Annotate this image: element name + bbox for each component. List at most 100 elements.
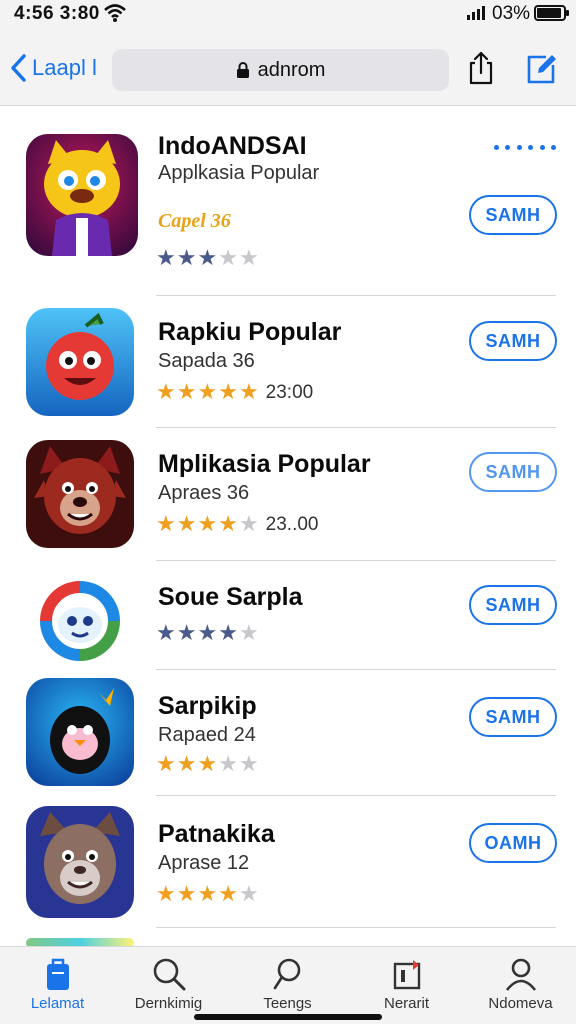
status-bar: 4:56 3:80 03%	[0, 0, 576, 30]
app-subtitle: Applkasia Popular	[158, 162, 320, 184]
star-icon: ★	[197, 512, 218, 537]
star-icon: ★	[156, 512, 176, 537]
star-icon: ★	[176, 512, 197, 537]
star-icon: ★	[218, 246, 238, 271]
tab-label: Dernkimig	[134, 995, 203, 1012]
app-row[interactable]: Soue Sarpla ★ ★ ★ ★ ★ SAMH	[0, 561, 576, 675]
get-button[interactable]: SAMH	[469, 585, 557, 625]
app-name: Soue Sarpla	[158, 583, 303, 611]
star-icon: ★	[238, 752, 259, 777]
penguin-character-icon[interactable]	[26, 678, 134, 786]
app-name: Patnakika	[158, 820, 275, 848]
rating-stars: ★ ★ ★ ★ ★ 23:00	[156, 382, 313, 404]
get-button[interactable]: OAMH	[469, 823, 557, 863]
lock-icon	[236, 62, 249, 78]
app-row[interactable]: Rapkiu Popular Sapada 36 ★ ★ ★ ★ ★ 23:00 SAMH	[0, 296, 576, 428]
star-icon: ★	[176, 752, 197, 777]
rating-stars: ★ ★ ★ ★ ★	[156, 754, 260, 776]
share-icon[interactable]	[464, 50, 498, 86]
app-name: IndoANDSAI	[158, 132, 307, 160]
star-icon: ★	[176, 380, 197, 405]
app-name: Sarpikip	[158, 692, 257, 720]
star-icon: ★	[238, 621, 259, 646]
rating-count: 23..00	[265, 514, 319, 535]
app-name: Rapkiu Popular	[158, 318, 342, 346]
url-text: adnrom	[257, 58, 326, 81]
profile-icon	[505, 958, 536, 991]
star-icon: ★	[218, 512, 238, 537]
wolf-face-character-icon[interactable]	[26, 806, 134, 918]
star-icon: ★	[156, 752, 176, 777]
app-row[interactable]: IndoANDSAI Applkasia Popular Capel 36 ★ ★…	[0, 106, 576, 296]
star-icon: ★	[197, 882, 218, 907]
star-icon: ★	[218, 621, 238, 646]
star-icon: ★	[238, 246, 259, 271]
star-icon: ★	[238, 380, 259, 405]
battery-icon	[534, 5, 569, 21]
rating-stars: ★ ★ ★ ★ ★	[156, 623, 260, 645]
divider	[156, 927, 556, 928]
star-icon: ★	[197, 752, 218, 777]
back-button[interactable]: Laapl l	[8, 50, 97, 86]
star-icon: ★	[156, 621, 176, 646]
games-icon	[273, 958, 300, 990]
tab-search[interactable]: Dernkimig	[111, 947, 226, 1024]
app-price: Capel 36	[158, 210, 231, 232]
rating-stars: ★ ★ ★ ★ ★	[156, 248, 260, 270]
tab-label: Ndomeva	[488, 995, 553, 1012]
tab-apps[interactable]: Nerarit	[349, 947, 464, 1024]
app-row[interactable]: Sarpikip Rapaed 24 ★ ★ ★ ★ ★ SAMH	[0, 670, 576, 796]
rating-count: 23:00	[265, 382, 314, 403]
app-row[interactable]: Mplikasia Popular Apraes 36 ★ ★ ★ ★ ★ 23..00 …	[0, 428, 576, 561]
rating-stars: ★ ★ ★ ★ ★	[156, 884, 260, 906]
star-icon: ★	[156, 246, 176, 271]
rating-stars: ★ ★ ★ ★ ★ 23..00	[156, 514, 319, 536]
star-icon: ★	[197, 621, 218, 646]
address-bar[interactable]: adnrom	[112, 49, 449, 91]
app-subtitle: Rapaed 24	[158, 724, 256, 746]
get-button[interactable]: SAMH	[469, 321, 557, 361]
compose-icon[interactable]	[524, 50, 558, 86]
red-wolf-character-icon[interactable]	[26, 440, 134, 548]
wifi-icon	[104, 4, 126, 22]
star-icon: ★	[176, 621, 197, 646]
star-icon: ★	[218, 882, 238, 907]
star-icon: ★	[238, 512, 259, 537]
search-icon	[153, 958, 185, 991]
chevron-left-icon	[11, 54, 26, 82]
star-icon: ★	[156, 882, 176, 907]
app-subtitle: Apraes 36	[158, 482, 250, 504]
star-icon: ★	[197, 380, 218, 405]
app-row[interactable]: Patnakika Aprase 12 ★ ★ ★ ★ ★ OAMH	[0, 796, 576, 928]
tab-label: Teengs	[263, 995, 312, 1012]
get-button[interactable]: SAMH	[469, 697, 557, 737]
more-options-button[interactable]	[494, 142, 556, 152]
home-indicator	[194, 1014, 382, 1020]
browser-toolbar: Laapl l adnrom	[0, 30, 576, 106]
star-icon: ★	[197, 246, 218, 271]
apps-icon	[393, 960, 420, 990]
app-subtitle: Sapada 36	[158, 350, 255, 372]
today-icon	[46, 958, 69, 990]
get-button[interactable]: SAMH	[469, 195, 557, 235]
star-icon: ★	[176, 246, 197, 271]
star-icon: ★	[218, 752, 238, 777]
colorful-bird-logo-icon[interactable]	[26, 567, 134, 675]
get-button[interactable]: SAMH	[469, 452, 557, 492]
battery-percent: 03%	[492, 3, 531, 24]
app-name: Mplikasia Popular	[158, 450, 371, 478]
star-icon: ★	[176, 882, 197, 907]
tab-games[interactable]: Teengs	[230, 947, 345, 1024]
status-time: 4:56 3:80	[14, 3, 100, 24]
app-subtitle: Aprase 12	[158, 852, 250, 874]
star-icon: ★	[218, 380, 238, 405]
star-icon: ★	[156, 380, 176, 405]
tab-label: Nerarit	[383, 995, 429, 1012]
back-label: Laapl l	[32, 55, 97, 80]
yellow-cat-character-icon[interactable]	[26, 134, 138, 256]
tab-bar: Lelamat Dernkimig Teengs Nerarit Ndomeva	[0, 946, 576, 1024]
tab-profile[interactable]: Ndomeva	[463, 947, 576, 1024]
red-ball-character-icon[interactable]	[26, 308, 134, 416]
tab-today[interactable]: Lelamat	[0, 947, 115, 1024]
tab-label: Lelamat	[30, 995, 85, 1012]
